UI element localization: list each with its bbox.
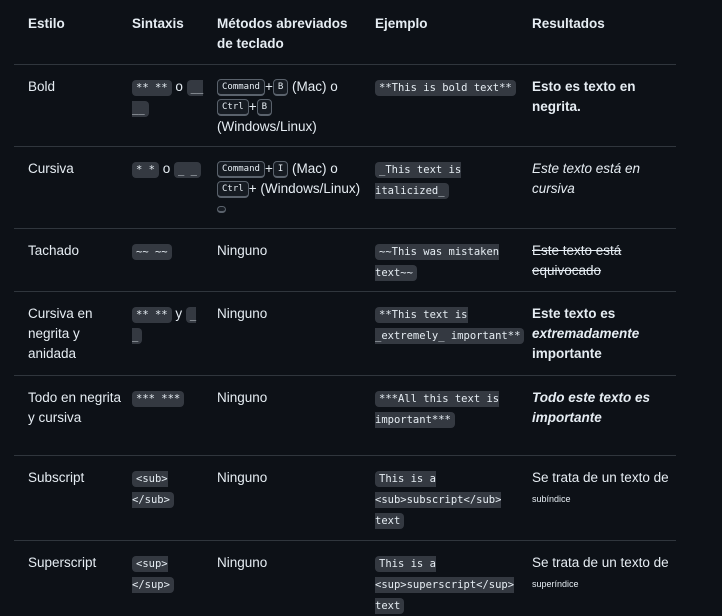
syntax-cell: <sup> </sup>: [132, 553, 210, 595]
result-text-italic: extremadamente: [532, 326, 640, 341]
result-subscript: subíndice: [532, 494, 571, 504]
header-result: Resultados: [532, 16, 605, 31]
header-row: Estilo Sintaxis Métodos abreviados de te…: [14, 14, 676, 64]
example-code: **This text is _extremely_ important**: [375, 307, 525, 344]
table-row: Subscript <sub> </sub> Ninguno This is a…: [14, 455, 676, 541]
table-row: Bold ** ** o __ __ Command + B (Mac) o Ctr…: [14, 64, 676, 147]
style-cell: Superscript: [28, 555, 97, 570]
example-cell: This is a <sup>superscript</sup> text: [375, 553, 525, 616]
syntax-code: * *: [132, 162, 159, 178]
syntax-code: <sup> </sup>: [132, 556, 174, 593]
kbd-key: I: [272, 160, 289, 178]
shortcut-cell: Ninguno: [217, 470, 268, 485]
table-row: Tachado ~~ ~~ Ninguno ~~This was mistake…: [14, 228, 676, 292]
shortcut-cell: Ninguno: [217, 390, 268, 405]
result-text: Se trata de un texto de: [532, 555, 669, 570]
syntax-cell: ~~ ~~: [132, 241, 210, 262]
result-cell: Este texto está en cursiva: [532, 161, 641, 196]
kbd-key: B: [256, 98, 272, 116]
syntax-code: _ _: [174, 162, 201, 178]
syntax-cell: ** ** y _ _: [132, 304, 210, 346]
style-cell: Todo en negrita y cursiva: [28, 390, 122, 425]
syntax-code: ** **: [132, 307, 172, 323]
shortcut-cell: Command + I (Mac) o Ctrl + (Windows/Linux): [217, 159, 367, 219]
table-row: Cursiva * * o _ _ Command + I (Mac) o Ctrl…: [14, 146, 676, 229]
syntax-code: ~~ ~~: [132, 244, 172, 260]
example-cell: ~~This was mistaken text~~: [375, 241, 525, 283]
example-code: ~~This was mistaken text~~: [375, 244, 500, 281]
header-syntax: Sintaxis: [132, 16, 184, 31]
kbd-ctrl: Ctrl: [217, 180, 249, 198]
shortcut-cell: Command + B (Mac) o Ctrl + B (Windows/Linux): [217, 78, 338, 134]
style-cell: Subscript: [28, 470, 85, 485]
syntax-cell: <sub> </sub>: [132, 468, 210, 510]
example-code: This is a <sub>subscript</sub> text: [375, 471, 502, 529]
result-cell: Se trata de un texto de subíndice: [532, 468, 672, 509]
example-cell: **This is bold text**: [375, 77, 525, 98]
table-row: Cursiva en negrita y anidada ** ** y _ _…: [14, 291, 676, 376]
result-cell: Esto es texto en negrita.: [532, 79, 636, 114]
syntax-code: ** **: [132, 80, 172, 96]
result-cell: Todo este texto es importante: [532, 390, 651, 425]
example-cell: **This text is _extremely_ important**: [375, 304, 525, 346]
result-cell: Este texto es extremadamente importante: [532, 304, 672, 364]
kbd-key: B: [272, 78, 289, 96]
example-code: _This text is italicized_: [375, 162, 462, 199]
table-row: Superscript <sup> </sup> Ninguno This is…: [14, 540, 676, 616]
header-shortcuts: Métodos abreviados de teclado: [217, 16, 348, 51]
syntax-cell: ** ** o __ __: [132, 77, 210, 119]
example-code: This is a <sup>superscript</sup> text: [375, 556, 515, 614]
syntax-connector: o: [175, 79, 183, 94]
header-example: Ejemplo: [375, 16, 428, 31]
shortcut-text: (Windows/Linux): [260, 181, 361, 196]
result-superscript: superíndice: [532, 579, 579, 589]
syntax-connector: y: [175, 306, 183, 321]
style-cell: Cursiva: [28, 161, 74, 176]
result-text: importante: [532, 346, 602, 361]
syntax-cell: *** ***: [132, 388, 210, 409]
example-code: **This is bold text**: [375, 80, 516, 96]
style-cell: Bold: [28, 79, 56, 94]
kbd-command: Command: [217, 160, 265, 178]
kbd-empty: [217, 205, 226, 213]
shortcut-text: (Windows/Linux): [217, 119, 317, 134]
kbd-ctrl: Ctrl: [217, 98, 249, 116]
shortcut-cell: Ninguno: [217, 243, 268, 258]
syntax-code: <sub> </sub>: [132, 471, 174, 508]
result-cell: Se trata de un texto de superíndice: [532, 553, 672, 594]
kbd-command: Command: [217, 78, 265, 96]
table-row: Todo en negrita y cursiva *** *** Ningun…: [14, 375, 676, 456]
shortcut-text: (Mac) o: [292, 161, 338, 176]
shortcut-cell: Ninguno: [217, 306, 268, 321]
example-cell: ***All this text is important***: [375, 388, 525, 430]
syntax-cell: * * o _ _: [132, 159, 210, 180]
result-text: Este texto es: [532, 306, 616, 321]
header-style: Estilo: [28, 16, 65, 31]
shortcut-cell: Ninguno: [217, 555, 268, 570]
example-cell: _This text is italicized_: [375, 159, 525, 201]
style-cell: Tachado: [28, 243, 80, 258]
syntax-connector: o: [162, 161, 171, 176]
style-cell: Cursiva en negrita y anidada: [28, 306, 93, 361]
result-cell: Este texto está equivocado: [532, 243, 622, 278]
shortcut-text: (Mac) o: [292, 79, 338, 94]
syntax-code: *** ***: [132, 391, 185, 407]
example-code: ***All this text is important***: [375, 391, 500, 428]
example-cell: This is a <sub>subscript</sub> text: [375, 468, 525, 531]
result-text: Se trata de un texto de: [532, 470, 669, 485]
formatting-table: Estilo Sintaxis Métodos abreviados de te…: [0, 0, 722, 616]
